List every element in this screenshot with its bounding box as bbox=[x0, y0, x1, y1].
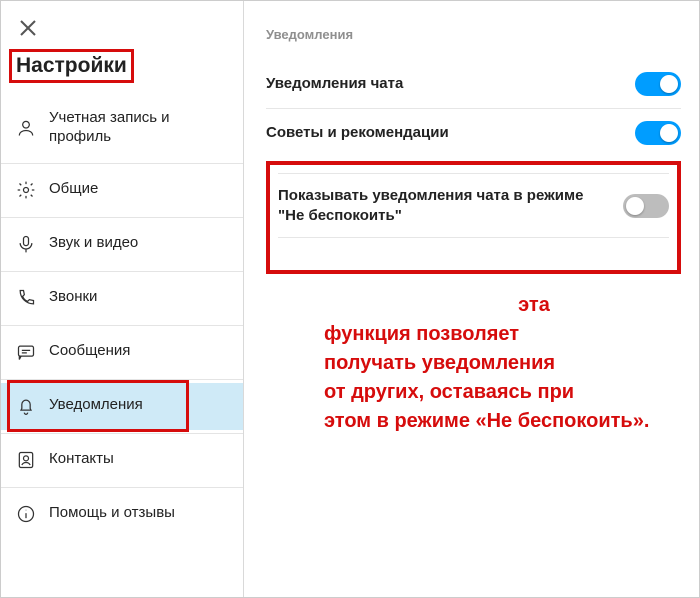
setting-label: Показывать уведомления чата в режиме "Не… bbox=[278, 186, 609, 225]
sidebar-item-notifications[interactable]: Уведомления bbox=[1, 383, 243, 430]
annotation-line: функция позволяет bbox=[324, 320, 684, 349]
message-icon bbox=[15, 341, 37, 363]
info-icon bbox=[15, 503, 37, 525]
bell-icon bbox=[15, 395, 37, 417]
setting-tips: Советы и рекомендации bbox=[266, 109, 681, 157]
gear-icon bbox=[15, 179, 37, 201]
toggle-tips[interactable] bbox=[635, 121, 681, 145]
setting-dnd-notifications: Показывать уведомления чата в режиме "Не… bbox=[278, 173, 669, 238]
phone-icon bbox=[15, 287, 37, 309]
toggle-dnd-notifications[interactable] bbox=[623, 194, 669, 218]
sidebar-item-account[interactable]: Учетная запись и профиль bbox=[1, 97, 243, 160]
main-panel: Уведомления Уведомления чата Советы и ре… bbox=[244, 1, 699, 597]
settings-window: Настройки Учетная запись и профиль Общие bbox=[0, 0, 700, 598]
sidebar-item-label: Сообщения bbox=[49, 342, 130, 361]
sidebar-item-calls[interactable]: Звонки bbox=[1, 275, 243, 322]
close-button[interactable] bbox=[19, 19, 37, 37]
annotation-text: эта функция позволяет получать уведомлен… bbox=[324, 291, 684, 436]
annotation-line: эта bbox=[464, 291, 604, 320]
sidebar-nav: Учетная запись и профиль Общие Звук и ви… bbox=[1, 97, 243, 538]
person-icon bbox=[15, 117, 37, 139]
close-icon bbox=[19, 19, 37, 37]
annotation-line: получать уведомления bbox=[324, 349, 684, 378]
sidebar-title-highlight: Настройки bbox=[9, 49, 134, 83]
sidebar-item-general[interactable]: Общие bbox=[1, 167, 243, 214]
toggle-knob bbox=[660, 75, 678, 93]
sidebar-item-label: Контакты bbox=[49, 450, 114, 469]
sidebar-item-label: Звонки bbox=[49, 288, 97, 307]
toggle-knob bbox=[660, 124, 678, 142]
sidebar-item-contacts[interactable]: Контакты bbox=[1, 437, 243, 484]
sidebar: Настройки Учетная запись и профиль Общие bbox=[1, 1, 244, 597]
sidebar-item-label: Уведомления bbox=[49, 396, 143, 415]
contacts-icon bbox=[15, 449, 37, 471]
sidebar-item-help[interactable]: Помощь и отзывы bbox=[1, 491, 243, 538]
sidebar-title: Настройки bbox=[16, 54, 127, 78]
sidebar-item-audio-video[interactable]: Звук и видео bbox=[1, 221, 243, 268]
sidebar-item-label: Учетная запись и профиль bbox=[49, 109, 229, 147]
toggle-chat-notifications[interactable] bbox=[635, 72, 681, 96]
sidebar-item-messages[interactable]: Сообщения bbox=[1, 329, 243, 376]
sidebar-item-label: Общие bbox=[49, 180, 98, 199]
setting-label: Советы и рекомендации bbox=[266, 123, 449, 143]
microphone-icon bbox=[15, 233, 37, 255]
section-title: Уведомления bbox=[266, 27, 681, 42]
annotation-line: от других, оставаясь при bbox=[324, 378, 684, 407]
toggle-knob bbox=[626, 197, 644, 215]
sidebar-item-label: Помощь и отзывы bbox=[49, 504, 175, 523]
sidebar-item-label: Звук и видео bbox=[49, 234, 138, 253]
annotation-line: этом в режиме «Не беспокоить». bbox=[324, 407, 684, 436]
setting-chat-notifications: Уведомления чата bbox=[266, 60, 681, 109]
dnd-setting-highlight: Показывать уведомления чата в режиме "Не… bbox=[266, 161, 681, 274]
setting-label: Уведомления чата bbox=[266, 74, 403, 94]
